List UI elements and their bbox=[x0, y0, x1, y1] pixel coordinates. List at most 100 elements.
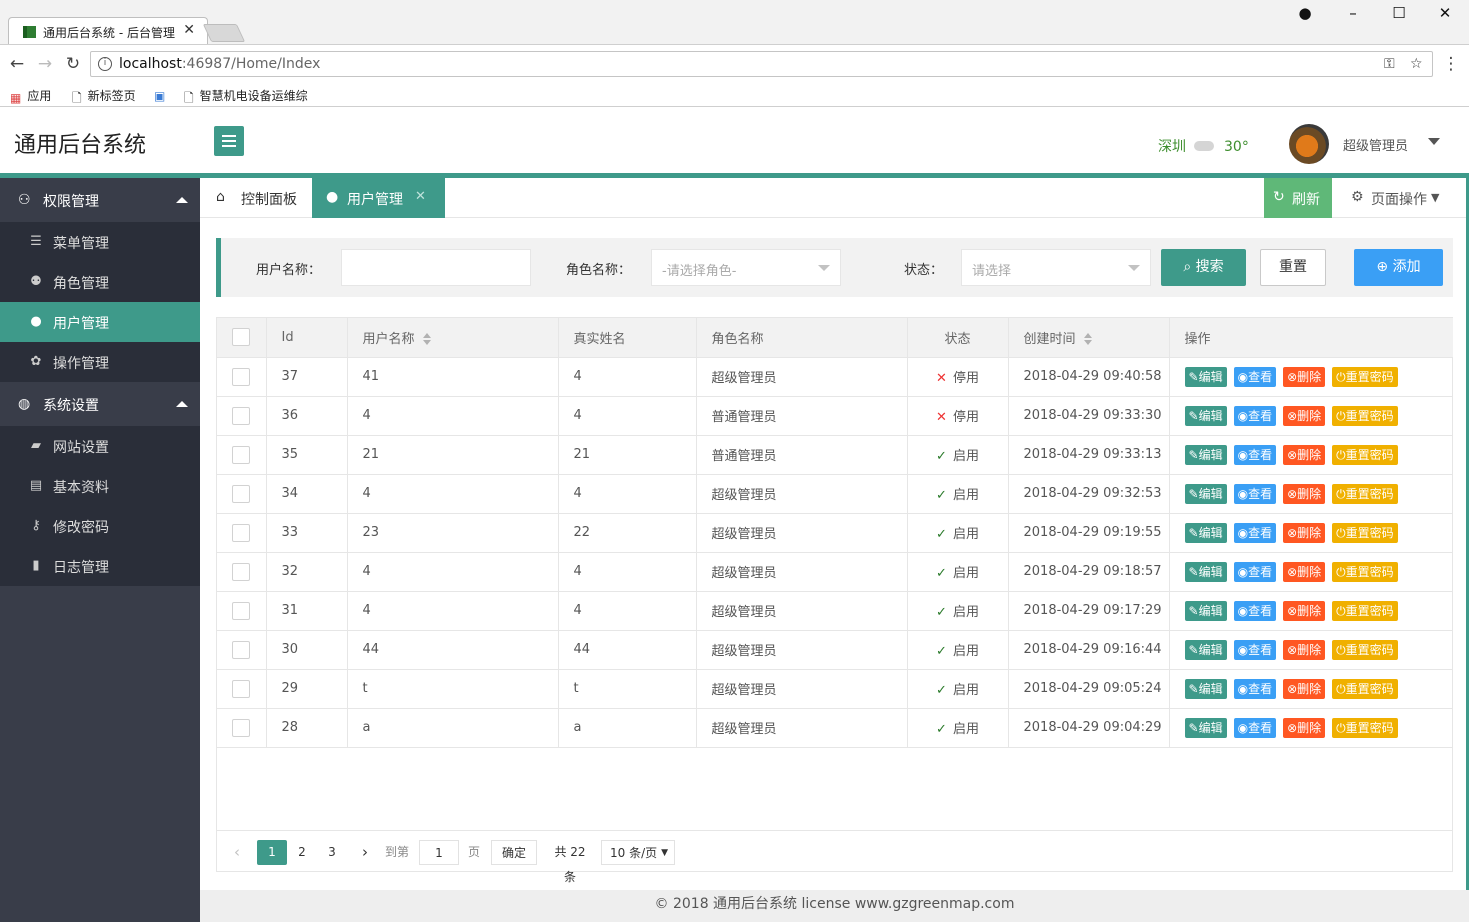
bookmark-maintenance[interactable]: 🗋 智慧机电设备运维综 bbox=[184, 87, 308, 110]
view-button[interactable]: ◉查看 bbox=[1233, 678, 1277, 699]
delete-button[interactable]: ⊗删除 bbox=[1283, 561, 1326, 582]
sidebar-item-logs[interactable]: ▮ 日志管理 bbox=[0, 546, 200, 586]
view-button[interactable]: ◉查看 bbox=[1233, 444, 1277, 465]
view-button[interactable]: ◉查看 bbox=[1233, 717, 1277, 738]
view-button[interactable]: ◉查看 bbox=[1233, 522, 1277, 543]
sidebar-item-profile[interactable]: ▤ 基本资料 bbox=[0, 466, 200, 506]
minimize-icon[interactable]: – bbox=[1338, 4, 1368, 22]
reset-button[interactable]: 重置 bbox=[1260, 249, 1326, 286]
sort-icon[interactable] bbox=[422, 333, 432, 346]
next-page-icon[interactable]: › bbox=[357, 840, 373, 865]
view-button[interactable]: ◉查看 bbox=[1233, 366, 1277, 387]
sidebar-item-operations[interactable]: ✿ 操作管理 bbox=[0, 342, 200, 382]
edit-button[interactable]: ✎编辑 bbox=[1184, 405, 1227, 426]
sidebar-item-roles[interactable]: ⚉ 角色管理 bbox=[0, 262, 200, 302]
goto-page-input[interactable]: 1 bbox=[419, 840, 459, 865]
edit-button[interactable]: ✎编辑 bbox=[1184, 561, 1227, 582]
menu-kebab-icon[interactable]: ⋮ bbox=[1440, 54, 1462, 74]
delete-button[interactable]: ⊗删除 bbox=[1283, 483, 1326, 504]
bookmark-newtab[interactable]: 🗋 新标签页 bbox=[72, 87, 136, 110]
reset-password-button[interactable]: ⏻重置密码 bbox=[1332, 522, 1398, 543]
edit-button[interactable]: ✎编辑 bbox=[1184, 717, 1227, 738]
row-checkbox[interactable] bbox=[232, 445, 250, 464]
close-tab-icon[interactable]: ✕ bbox=[183, 22, 195, 38]
page-size-select[interactable]: 10 条/页 ▼ bbox=[601, 840, 675, 865]
maximize-icon[interactable]: ☐ bbox=[1384, 4, 1414, 22]
page-3[interactable]: 3 bbox=[325, 840, 339, 865]
row-checkbox[interactable] bbox=[232, 679, 250, 698]
row-checkbox[interactable] bbox=[232, 718, 250, 737]
delete-button[interactable]: ⊗删除 bbox=[1283, 444, 1326, 465]
new-tab-button[interactable] bbox=[202, 24, 246, 42]
delete-button[interactable]: ⊗删除 bbox=[1283, 405, 1326, 426]
profile-icon[interactable]: ● bbox=[1290, 4, 1320, 22]
row-checkbox[interactable] bbox=[232, 523, 250, 542]
avatar[interactable] bbox=[1289, 124, 1329, 164]
tab-users[interactable]: ● 用户管理 ✕ bbox=[312, 178, 445, 218]
prev-page-icon[interactable]: ‹ bbox=[229, 840, 245, 865]
reset-password-button[interactable]: ⏻重置密码 bbox=[1332, 717, 1398, 738]
edit-button[interactable]: ✎编辑 bbox=[1184, 678, 1227, 699]
view-button[interactable]: ◉查看 bbox=[1233, 483, 1277, 504]
select-all-checkbox[interactable] bbox=[232, 328, 250, 347]
row-checkbox[interactable] bbox=[232, 406, 250, 425]
goto-confirm-button[interactable]: 确定 bbox=[491, 840, 537, 865]
sidebar-item-password[interactable]: ⚷ 修改密码 bbox=[0, 506, 200, 546]
sidebar-item-users[interactable]: ● 用户管理 bbox=[0, 302, 200, 342]
view-button[interactable]: ◉查看 bbox=[1233, 600, 1277, 621]
user-dropdown-icon[interactable] bbox=[1428, 138, 1440, 145]
reset-password-button[interactable]: ⏻重置密码 bbox=[1332, 483, 1398, 504]
tab-dashboard[interactable]: ⌂ 控制面板 bbox=[200, 178, 312, 218]
view-button[interactable]: ◉查看 bbox=[1233, 639, 1277, 660]
row-checkbox[interactable] bbox=[232, 601, 250, 620]
reset-password-button[interactable]: ⏻重置密码 bbox=[1332, 600, 1398, 621]
edit-button[interactable]: ✎编辑 bbox=[1184, 444, 1227, 465]
refresh-button[interactable]: ↻ 刷新 bbox=[1264, 178, 1332, 218]
sidebar-group-system[interactable]: ◍ 系统设置 bbox=[0, 382, 200, 426]
star-icon[interactable]: ☆ bbox=[1410, 56, 1423, 72]
page-1[interactable]: 1 bbox=[257, 840, 287, 865]
row-checkbox[interactable] bbox=[232, 640, 250, 659]
delete-button[interactable]: ⊗删除 bbox=[1283, 522, 1326, 543]
browser-tab[interactable]: 通用后台系统 - 后台管理 ✕ bbox=[8, 17, 208, 45]
username-input[interactable] bbox=[341, 249, 531, 286]
sidebar-item-menu[interactable]: ☰ 菜单管理 bbox=[0, 222, 200, 262]
info-icon[interactable]: i bbox=[98, 57, 112, 71]
row-checkbox[interactable] bbox=[232, 562, 250, 581]
row-checkbox[interactable] bbox=[232, 484, 250, 503]
delete-button[interactable]: ⊗删除 bbox=[1283, 639, 1326, 660]
close-window-icon[interactable]: ✕ bbox=[1430, 4, 1460, 22]
close-tab-icon[interactable]: ✕ bbox=[415, 189, 426, 204]
delete-button[interactable]: ⊗删除 bbox=[1283, 717, 1326, 738]
view-button[interactable]: ◉查看 bbox=[1233, 561, 1277, 582]
sidebar-item-site-settings[interactable]: ▰ 网站设置 bbox=[0, 426, 200, 466]
menu-toggle-button[interactable] bbox=[214, 126, 244, 156]
key-icon[interactable]: ⚿ bbox=[1384, 56, 1395, 72]
reload-icon[interactable]: ↻ bbox=[62, 54, 84, 74]
address-bar[interactable]: i localhost:46987/Home/Index ⚿ ☆ bbox=[90, 51, 1433, 77]
back-icon[interactable]: ← bbox=[6, 54, 28, 74]
page-2[interactable]: 2 bbox=[295, 840, 309, 865]
page-ops-dropdown[interactable]: ⚙ 页面操作 ▼ bbox=[1351, 178, 1461, 218]
row-checkbox[interactable] bbox=[232, 367, 250, 386]
reset-password-button[interactable]: ⏻重置密码 bbox=[1332, 405, 1398, 426]
edit-button[interactable]: ✎编辑 bbox=[1184, 366, 1227, 387]
bookmark-apps[interactable]: ▦ 应用 bbox=[10, 87, 51, 105]
view-button[interactable]: ◉查看 bbox=[1233, 405, 1277, 426]
edit-button[interactable]: ✎编辑 bbox=[1184, 522, 1227, 543]
bookmark-image[interactable]: ▣ bbox=[154, 87, 171, 103]
reset-password-button[interactable]: ⏻重置密码 bbox=[1332, 444, 1398, 465]
column-header-username[interactable]: 用户名称 bbox=[347, 318, 559, 358]
edit-button[interactable]: ✎编辑 bbox=[1184, 483, 1227, 504]
user-name[interactable]: 超级管理员 bbox=[1343, 135, 1408, 154]
reset-password-button[interactable]: ⏻重置密码 bbox=[1332, 678, 1398, 699]
sort-icon[interactable] bbox=[1083, 333, 1093, 346]
column-header-created[interactable]: 创建时间 bbox=[1008, 318, 1170, 358]
delete-button[interactable]: ⊗删除 bbox=[1283, 678, 1326, 699]
edit-button[interactable]: ✎编辑 bbox=[1184, 600, 1227, 621]
role-select[interactable]: -请选择角色- bbox=[651, 249, 841, 286]
reset-password-button[interactable]: ⏻重置密码 bbox=[1332, 366, 1398, 387]
add-button[interactable]: ⊕ 添加 bbox=[1354, 249, 1443, 286]
reset-password-button[interactable]: ⏻重置密码 bbox=[1332, 639, 1398, 660]
delete-button[interactable]: ⊗删除 bbox=[1283, 600, 1326, 621]
